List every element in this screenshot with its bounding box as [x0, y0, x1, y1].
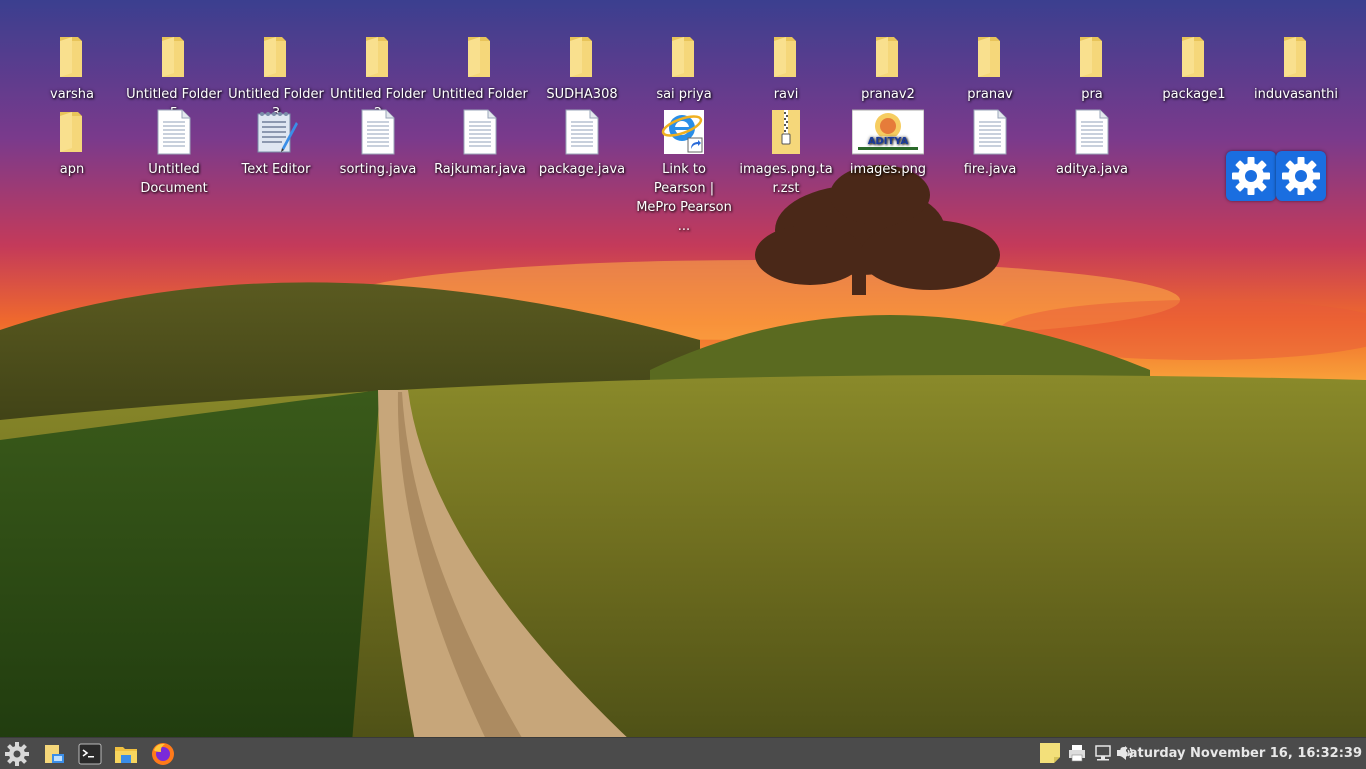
folder-icon [48, 33, 96, 81]
desktop-item-label: pranav [967, 87, 1013, 102]
menu-button[interactable] [3, 740, 31, 768]
desktop-item-text-editor[interactable]: Text Editor [225, 108, 327, 179]
document-icon [150, 108, 198, 156]
desktop-item-apn[interactable]: apn [21, 108, 123, 179]
desktop-item-varsha[interactable]: varsha [21, 33, 123, 104]
document-icon [1068, 108, 1116, 156]
desktop-item-pranav2[interactable]: pranav2 [837, 33, 939, 104]
desktop-item-induvasanthi[interactable]: induvasanthi [1245, 33, 1347, 104]
desktop-item-label: fire.java [963, 162, 1017, 177]
sticky-note-icon [1040, 743, 1060, 763]
archive-icon [762, 108, 810, 156]
desktop-item-label: Text Editor [241, 162, 311, 177]
printer-icon [1069, 745, 1085, 762]
file-manager-button[interactable] [112, 740, 140, 768]
desktop-item-label: package1 [1162, 87, 1226, 102]
folder-icon [1068, 33, 1116, 81]
folder-icon [150, 33, 198, 81]
folder-icon [558, 33, 606, 81]
text-editor-icon [252, 108, 300, 156]
desktop-item-label: pranav2 [861, 87, 915, 102]
folder-icon [1170, 33, 1218, 81]
desktop-item-label: sorting.java [339, 162, 417, 177]
folder-icon [252, 33, 300, 81]
desktop-item-images-png-tar-zst[interactable]: images.png.tar.zst [735, 108, 837, 198]
desktop-item-label: Untitled Document [140, 162, 208, 196]
desktop-item-ravi[interactable]: ravi [735, 33, 837, 104]
folder-icon [115, 747, 137, 763]
document-icon [354, 108, 402, 156]
gear-menu-icon [5, 742, 29, 766]
desktop-item-label: Link to Pearson | MePro Pearson ... [636, 162, 732, 234]
desktop-item-label: Rajkumar.java [434, 162, 526, 177]
document-icon [456, 108, 504, 156]
network-icon [1095, 745, 1111, 761]
folder-icon [966, 33, 1014, 81]
folder-icon [48, 108, 96, 156]
desktop-item-sai-priya[interactable]: sai priya [633, 33, 735, 104]
clock[interactable]: Saturday November 16, 16:32:39 [1119, 738, 1362, 769]
desktop-item-link-to-pearson-mepro-pearson[interactable]: Link to Pearson | MePro Pearson ... [633, 108, 735, 236]
desktop-item-sudha308[interactable]: SUDHA308 [531, 33, 633, 104]
thumbnail-text: ADITYA [868, 136, 909, 147]
desktop-item-label: images.png.tar.zst [739, 162, 833, 196]
desktop-item-rajkumar-java[interactable]: Rajkumar.java [429, 108, 531, 179]
network-tray[interactable] [1093, 742, 1113, 764]
desktop-item-label: induvasanthi [1254, 87, 1338, 102]
settings-widget-2[interactable] [1276, 151, 1326, 201]
desktop-item-package1[interactable]: package1 [1143, 33, 1245, 104]
folder-icon [864, 33, 912, 81]
gear-icon [1232, 157, 1270, 195]
desktop-item-aditya-java[interactable]: aditya.java [1041, 108, 1143, 179]
desktop-item-label: images.png [849, 162, 927, 177]
desktop-icon [45, 745, 64, 763]
desktop-item-label: Untitled Folder [432, 87, 528, 102]
folder-icon [456, 33, 504, 81]
desktop-item-images-png[interactable]: ADITYA images.png [837, 108, 939, 179]
desktop-item-label: pra [1081, 87, 1103, 102]
desktop-item-label: varsha [50, 87, 94, 102]
terminal-button[interactable] [76, 740, 104, 768]
internet-explorer-link-icon [660, 108, 708, 156]
terminal-icon [78, 743, 102, 765]
desktop-item-fire-java[interactable]: fire.java [939, 108, 1041, 179]
taskbar: Saturday November 16, 16:32:39 [0, 737, 1366, 769]
desktop-item-pranav[interactable]: pranav [939, 33, 1041, 104]
printer-tray[interactable] [1067, 742, 1087, 764]
desktop-item-label: package.java [538, 162, 626, 177]
document-icon [558, 108, 606, 156]
firefox-icon [152, 743, 174, 765]
gear-icon [1282, 157, 1320, 195]
desktop-item-label: apn [59, 162, 85, 177]
desktop-item-label: ravi [773, 87, 799, 102]
folder-icon [762, 33, 810, 81]
folder-icon [660, 33, 708, 81]
folder-icon [354, 33, 402, 81]
desktop-item-package-java[interactable]: package.java [531, 108, 633, 179]
desktop-item-untitled-folder[interactable]: Untitled Folder [429, 33, 531, 104]
firefox-button[interactable] [149, 740, 177, 768]
desktop-item-label: SUDHA308 [546, 87, 618, 102]
settings-widget-1[interactable] [1226, 151, 1276, 201]
document-icon [966, 108, 1014, 156]
folder-icon [1272, 33, 1320, 81]
desktop-item-sorting-java[interactable]: sorting.java [327, 108, 429, 179]
sticky-notes-tray[interactable] [1038, 741, 1062, 765]
desktop-item-untitled-document[interactable]: Untitled Document [123, 108, 225, 198]
desktop-item-label: sai priya [656, 87, 712, 102]
show-desktop-button[interactable] [40, 740, 68, 768]
image-thumbnail-icon: ADITYA [852, 108, 924, 156]
desktop-item-label: aditya.java [1056, 162, 1128, 177]
desktop-item-pra[interactable]: pra [1041, 33, 1143, 104]
